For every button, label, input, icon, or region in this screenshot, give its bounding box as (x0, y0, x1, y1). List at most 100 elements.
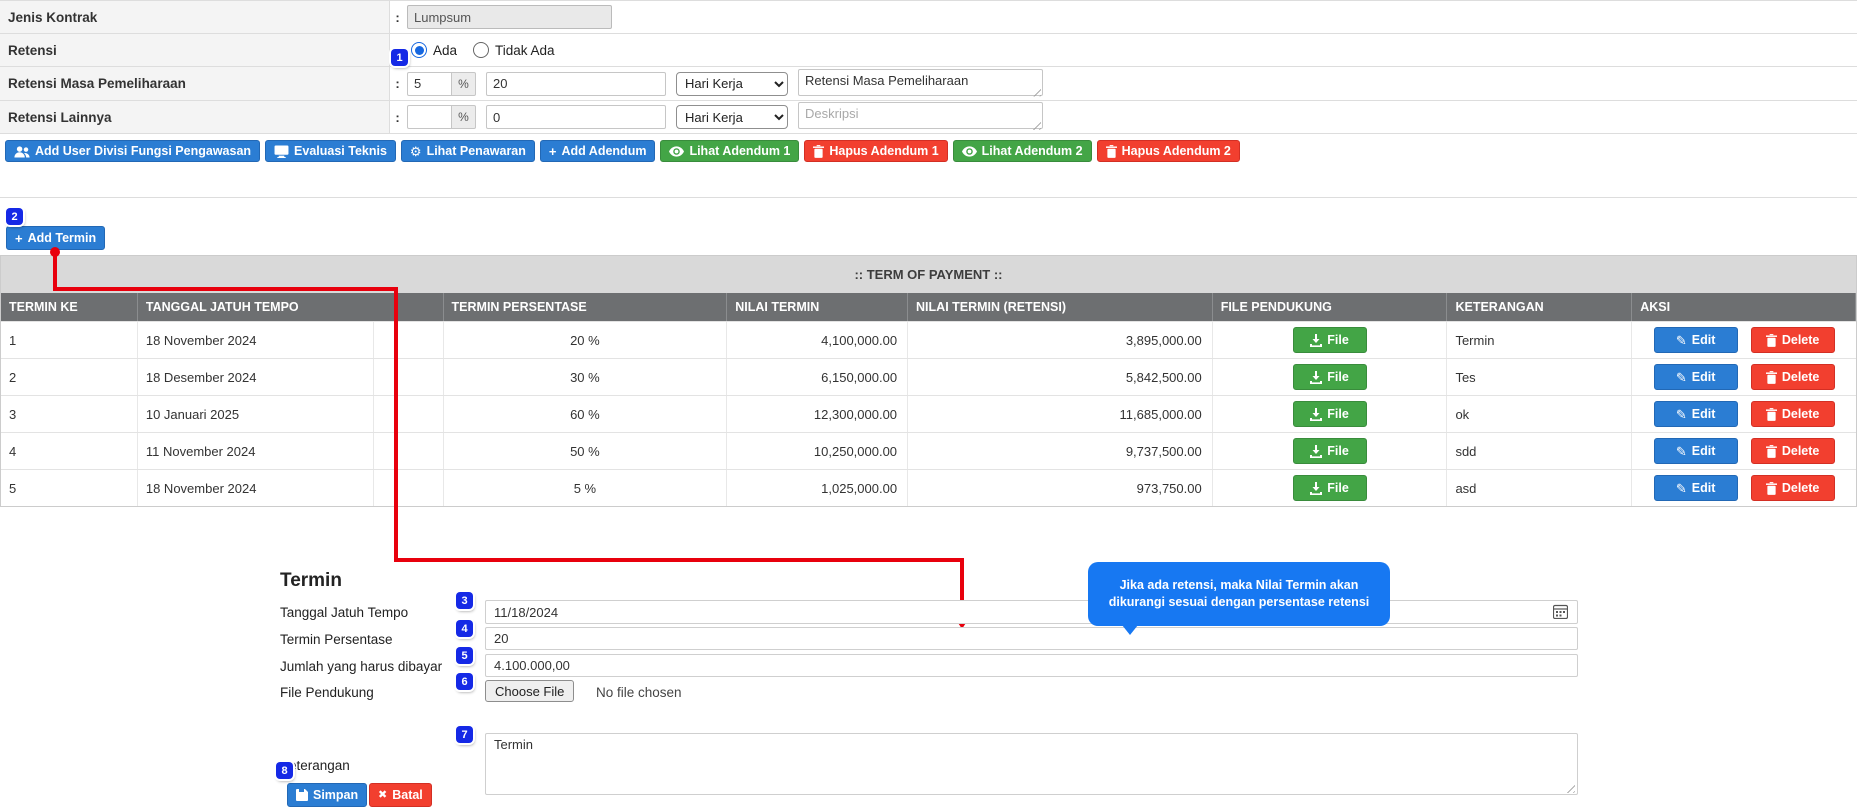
col-termin-persentase: TERMIN PERSENTASE (444, 293, 728, 321)
jumlah-input[interactable] (485, 654, 1578, 677)
cell-termin-ke: 4 (1, 433, 138, 469)
file-button[interactable]: File (1292, 327, 1367, 353)
batal-button[interactable]: ✖ Batal (369, 783, 432, 807)
delete-button[interactable]: Delete (1750, 364, 1835, 390)
download-icon (1310, 370, 1323, 384)
gears-icon: ⚙ (409, 143, 422, 159)
retensi-masa-pct-input[interactable] (407, 71, 452, 96)
lihat-penawaran-button[interactable]: ⚙ Lihat Penawaran (400, 140, 535, 162)
download-icon (1310, 407, 1323, 421)
persentase-input[interactable] (485, 627, 1578, 650)
cell-tanggal: 10 Januari 2025 (138, 396, 374, 432)
col-keterangan: KETERANGAN (1447, 293, 1633, 321)
cell-nilai-retensi: 5,842,500.00 (908, 359, 1213, 395)
save-icon (296, 789, 308, 801)
pencil-icon: ✎ (1675, 332, 1687, 348)
cell-empty (374, 470, 444, 506)
calendar-icon[interactable] (1553, 604, 1568, 619)
cell-file: File (1213, 322, 1448, 358)
edit-button[interactable]: ✎ Edit (1653, 438, 1738, 464)
retensi-lainnya-desc-textarea[interactable] (798, 102, 1043, 129)
table-row: 1 18 November 2024 20 % 4,100,000.00 3,8… (1, 321, 1856, 358)
cell-persentase: 5 % (444, 470, 728, 506)
cell-termin-ke: 3 (1, 396, 138, 432)
pencil-icon: ✎ (1675, 443, 1687, 459)
step-badge-3: 3 (456, 592, 473, 609)
pencil-icon: ✎ (1675, 369, 1687, 385)
jumlah-label: Jumlah yang harus dibayar (280, 659, 443, 674)
annotation-line (53, 287, 398, 291)
cell-aksi: ✎ Edit Delete (1632, 322, 1856, 358)
cell-nilai: 1,025,000.00 (727, 470, 909, 506)
retensi-masa-unit-select[interactable]: Hari Kerja (676, 71, 788, 96)
row-retensi-lainnya: Retensi Lainnya : % Hari Kerja (0, 101, 1857, 134)
cell-empty (374, 359, 444, 395)
lihat-adendum-2-button[interactable]: Lihat Adendum 2 (952, 140, 1092, 162)
delete-button[interactable]: Delete (1750, 438, 1835, 464)
colon: : (395, 109, 400, 125)
percent-addon: % (452, 105, 476, 129)
cell-keterangan: Termin (1447, 322, 1633, 358)
cell-nilai: 10,250,000.00 (727, 433, 909, 469)
file-button[interactable]: File (1292, 438, 1367, 464)
retensi-lainnya-days-input[interactable] (486, 105, 666, 129)
evaluasi-teknis-button[interactable]: Evaluasi Teknis (265, 140, 396, 162)
term-of-payment-table: :: TERM OF PAYMENT :: TERMIN KE TANGGAL … (0, 255, 1857, 507)
add-adendum-button[interactable]: + Add Adendum (539, 140, 656, 162)
cell-aksi: ✎ Edit Delete (1632, 470, 1856, 506)
edit-button[interactable]: ✎ Edit (1653, 327, 1738, 353)
hapus-adendum-2-button[interactable]: Hapus Adendum 2 (1096, 140, 1240, 162)
tanggal-input[interactable] (485, 600, 1578, 624)
retensi-masa-desc-textarea[interactable]: Retensi Masa Pemeliharaan (798, 68, 1043, 96)
lihat-adendum-1-button[interactable]: Lihat Adendum 1 (660, 140, 800, 162)
file-button[interactable]: File (1292, 475, 1367, 501)
retensi-lainnya-pct-input[interactable] (407, 105, 452, 129)
file-chosen-text: No file chosen (596, 685, 682, 700)
cell-tanggal: 11 November 2024 (138, 433, 374, 469)
page: Jenis Kontrak : Retensi : Ada Tidak Ada … (0, 0, 1857, 809)
col-file-pendukung: FILE PENDUKUNG (1213, 293, 1448, 321)
step-badge-5: 5 (456, 647, 473, 664)
cell-keterangan: ok (1447, 396, 1633, 432)
cell-termin-ke: 2 (1, 359, 138, 395)
cell-nilai: 6,150,000.00 (727, 359, 909, 395)
retensi-masa-label: Retensi Masa Pemeliharaan (0, 67, 390, 100)
retensi-lainnya-unit-select[interactable]: Hari Kerja (676, 105, 788, 129)
trash-icon (1765, 370, 1777, 384)
file-pendukung-label: File Pendukung (280, 685, 374, 700)
simpan-button[interactable]: Simpan (287, 783, 368, 807)
edit-button[interactable]: ✎ Edit (1653, 364, 1738, 390)
table-header: TERMIN KE TANGGAL JATUH TEMPO TERMIN PER… (1, 293, 1857, 321)
edit-button[interactable]: ✎ Edit (1653, 401, 1738, 427)
cell-aksi: ✎ Edit Delete (1632, 359, 1856, 395)
keterangan-textarea[interactable]: Termin (485, 733, 1578, 795)
cell-file: File (1213, 433, 1448, 469)
cell-nilai-retensi: 9,737,500.00 (908, 433, 1213, 469)
hapus-adendum-1-button[interactable]: Hapus Adendum 1 (804, 140, 948, 162)
file-button[interactable]: File (1292, 364, 1367, 390)
step-badge-7: 7 (456, 726, 473, 743)
choose-file-button[interactable]: Choose File (485, 680, 575, 702)
trash-icon (1765, 444, 1777, 458)
percent-addon: % (452, 71, 476, 96)
download-icon (1310, 333, 1323, 347)
file-button[interactable]: File (1292, 401, 1367, 427)
download-icon (1310, 444, 1323, 458)
add-user-divisi-button[interactable]: Add User Divisi Fungsi Pengawasan (5, 140, 261, 162)
table-row: 4 11 November 2024 50 % 10,250,000.00 9,… (1, 432, 1856, 469)
cell-persentase: 60 % (444, 396, 728, 432)
delete-button[interactable]: Delete (1750, 327, 1835, 353)
table-body: 1 18 November 2024 20 % 4,100,000.00 3,8… (1, 321, 1856, 506)
cell-aksi: ✎ Edit Delete (1632, 396, 1856, 432)
delete-button[interactable]: Delete (1750, 401, 1835, 427)
cell-keterangan: Tes (1447, 359, 1633, 395)
trash-icon (1105, 144, 1117, 158)
plus-icon: + (548, 143, 557, 159)
retensi-ada-radio[interactable] (411, 42, 427, 58)
step-badge-6: 6 (456, 673, 473, 690)
delete-button[interactable]: Delete (1750, 475, 1835, 501)
retensi-tidak-radio[interactable] (473, 42, 490, 58)
edit-button[interactable]: ✎ Edit (1653, 475, 1738, 501)
retensi-masa-days-input[interactable] (486, 71, 666, 96)
x-icon: ✖ (378, 788, 388, 801)
